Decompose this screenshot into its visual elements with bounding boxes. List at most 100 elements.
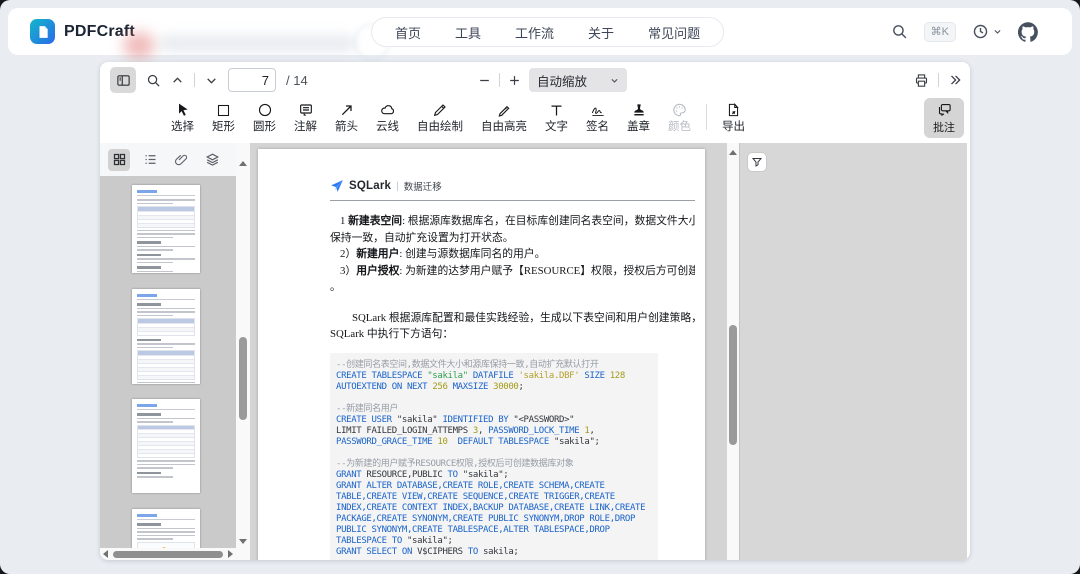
sidebar-horizontal-scrollbar — [100, 548, 236, 560]
attachments-tab-icon[interactable] — [170, 149, 192, 171]
brand[interactable]: PDFCraft — [8, 19, 135, 44]
search-icon[interactable] — [891, 23, 908, 40]
scroll-up-arrow[interactable] — [239, 161, 247, 166]
cloud-icon — [379, 100, 397, 118]
code-line: PUBLIC SYNONYM,CREATE TABLESPACE,ALTER T… — [336, 524, 610, 535]
site-header: PDFCraft 首页 工具 工作流 关于 常见问题 ⌘K — [8, 8, 1072, 60]
sidebar-scroll-thumb[interactable] — [239, 337, 247, 420]
tool-stamp[interactable]: 盖章 — [618, 98, 659, 133]
tool-highlight[interactable]: 自由高亮 — [472, 98, 536, 133]
tool-arrow[interactable]: 箭头 — [326, 98, 367, 133]
code-line: TABLESPACE TO "sakila"; — [336, 535, 453, 546]
thumbnails-tab-icon[interactable] — [108, 148, 130, 171]
tool-select[interactable]: 选择 — [162, 98, 203, 133]
blurred-badge — [123, 32, 155, 59]
prev-page-icon[interactable] — [171, 74, 184, 87]
nav-item-workflow[interactable]: 工作流 — [498, 23, 571, 42]
sqlark-subtitle: 数据迁移 — [403, 182, 442, 193]
chevron-down-icon — [994, 29, 1001, 34]
tool-note[interactable]: 注解 — [285, 98, 326, 133]
zoom-mode-label: 自动缩放 — [537, 74, 588, 89]
sidebar-vertical-scrollbar — [236, 143, 250, 560]
sidebar-toggle-icon[interactable] — [110, 67, 136, 93]
code-line: CREATE TABLESPACE "sakila" DATAFILE 'sak… — [336, 370, 625, 381]
tool-circle[interactable]: 圆形 — [244, 98, 285, 133]
divider — [938, 73, 939, 87]
page-total: / 14 — [286, 72, 308, 88]
tool-sign[interactable]: 签名 — [577, 98, 618, 133]
document-scroll-thumb[interactable] — [729, 325, 737, 445]
sidebar-hscroll-thumb[interactable] — [113, 550, 223, 558]
nav-item-tools[interactable]: 工具 — [438, 23, 498, 42]
chevron-down-icon — [611, 78, 618, 83]
tool-label: 圆形 — [253, 121, 276, 133]
tool-label: 自由绘制 — [417, 121, 463, 133]
code-line: --为新建的用户赋予RESOURCE权限,授权后可创建数据库对象 — [336, 458, 574, 469]
code-line: GRANT RESOURCE,PUBLIC TO "sakila"; — [336, 469, 509, 480]
filter-button[interactable] — [748, 153, 766, 171]
divider — [499, 73, 500, 87]
paragraph-line: 。 — [330, 281, 341, 293]
pdf-viewer: / 14 自动缩放 — [100, 62, 970, 560]
nav-item-faq[interactable]: 常见问题 — [631, 23, 717, 42]
tool-draw[interactable]: 自由绘制 — [408, 98, 472, 133]
page-thumbnail[interactable] — [132, 185, 200, 273]
scroll-right-arrow[interactable] — [228, 550, 233, 558]
sqlark-logo-icon — [331, 180, 343, 192]
pencil-icon — [432, 100, 448, 118]
github-icon[interactable] — [1018, 21, 1038, 42]
viewer-content: SQLark | 数据迁移 1 新建表空间: 根据源库数据库名，在目标库创建同名… — [100, 143, 970, 560]
zoom-in-icon[interactable] — [508, 74, 521, 87]
divider — [194, 73, 195, 87]
viewer-toolbar: / 14 自动缩放 — [100, 62, 970, 98]
tool-label: 导出 — [722, 121, 745, 133]
page-thumbnail[interactable] — [132, 289, 200, 384]
scroll-up-arrow[interactable] — [729, 150, 737, 155]
paragraph-line: 2）新建用户: 创建与源数据库同名的用户。 — [340, 248, 546, 260]
tool-label: 矩形 — [212, 121, 235, 133]
page-thumbnail[interactable] — [132, 399, 200, 493]
tool-rect[interactable]: 矩形 — [203, 98, 244, 133]
tool-label: 选择 — [171, 121, 194, 133]
comments-icon — [938, 103, 951, 116]
layers-tab-icon[interactable] — [201, 149, 223, 171]
annotation-panel — [739, 143, 967, 560]
page-number-input[interactable] — [228, 68, 276, 92]
next-page-icon[interactable] — [205, 74, 218, 87]
code-line: LIMIT FAILED_LOGIN_ATTEMPS 3, PASSWORD_L… — [336, 425, 595, 436]
nav-item-about[interactable]: 关于 — [571, 23, 631, 42]
tool-color: 颜色 — [659, 98, 700, 133]
document-vertical-scrollbar — [727, 143, 739, 560]
code-line: GRANT SELECT ON V$CIPHERS TO sakila; — [336, 546, 519, 557]
code-line: PACKAGE,CREATE SYNONYM,CREATE PUBLIC SYN… — [336, 513, 636, 524]
cursor-icon — [175, 100, 191, 118]
more-tools-icon[interactable] — [948, 73, 962, 87]
sqlark-header: SQLark | 数据迁移 — [330, 179, 695, 193]
find-in-doc-icon[interactable] — [146, 73, 161, 88]
code-line: GRANT ALTER DATABASE,CREATE ROLE,CREATE … — [336, 480, 605, 491]
print-icon[interactable] — [914, 73, 929, 88]
export-icon — [726, 100, 741, 118]
scroll-down-arrow[interactable] — [239, 539, 247, 544]
history-dropdown[interactable] — [972, 23, 1002, 40]
zoom-out-icon[interactable] — [478, 74, 491, 87]
thumbnail-sidebar — [100, 143, 250, 560]
scroll-left-arrow[interactable] — [103, 550, 108, 558]
outline-tab-icon[interactable] — [139, 149, 161, 171]
document-paragraphs: 1 新建表空间: 根据源库数据库名，在目标库创建同名表空间，数据文件大小和源数据… — [330, 213, 695, 343]
sidebar-tabs — [100, 143, 250, 176]
tool-label: 签名 — [586, 121, 609, 133]
tool-cloud[interactable]: 云线 — [367, 98, 408, 133]
nav-item-home[interactable]: 首页 — [378, 23, 438, 42]
tool-export[interactable]: 导出 — [713, 98, 754, 133]
tool-text[interactable]: 文字 — [536, 98, 577, 133]
highlighter-icon — [496, 100, 512, 118]
document-page: SQLark | 数据迁移 1 新建表空间: 根据源库数据库名，在目标库创建同名… — [258, 149, 705, 560]
annotation-toolbar: 选择 矩形 圆形 注解 箭头 云线 自由绘制 自由高亮 文字 签名 盖章 颜色 导出 批注 — [100, 98, 970, 143]
paragraph-line: 保持一致，自动扩充设置为打开状态。 — [330, 231, 514, 244]
zoom-mode-select[interactable]: 自动缩放 — [529, 68, 627, 92]
paragraph-line: 3）用户授权: 为新建的达梦用户赋予【RESOURCE】权限，授权后方可创建数据… — [340, 264, 695, 277]
annotate-panel-button[interactable]: 批注 — [924, 98, 964, 138]
